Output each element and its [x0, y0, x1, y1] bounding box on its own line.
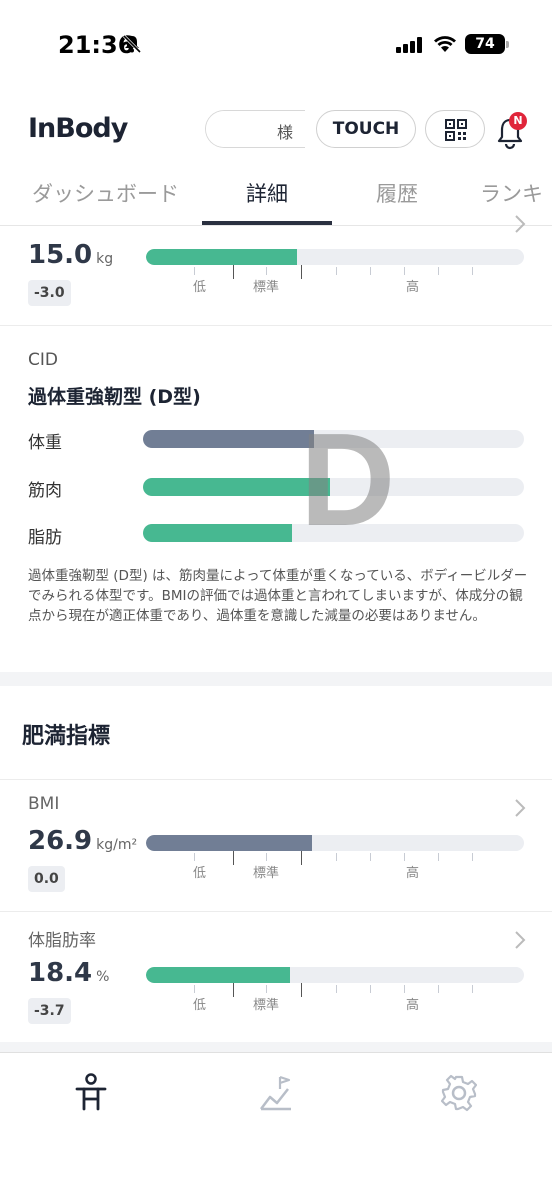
cellular-signal-icon [396, 37, 424, 57]
obesity-heading: 肥満指標 [22, 724, 111, 749]
cid-label-muscle: 筋肉 [28, 481, 62, 501]
scale-standard-label: 標準 [253, 866, 280, 881]
bmi-card[interactable]: BMI 26.9 kg/m² 0.0 低 標準 高 [0, 780, 552, 910]
inbody-logo: InBody [28, 113, 128, 144]
body-fat-label: 体脂肪率 [28, 931, 96, 951]
scale-low-label: 低 [193, 998, 207, 1013]
bmi-bar-fill [146, 835, 313, 851]
chevron-right-icon [514, 798, 526, 822]
tab-bar: ダッシュボード 詳細 履歴 ランキ [0, 168, 552, 226]
cid-label-fat: 脂肪 [28, 528, 62, 548]
cid-type: 過体重強靭型 (D型) [28, 386, 201, 408]
cid-title: CID [28, 350, 58, 370]
user-name-button[interactable]: 様 [205, 110, 305, 148]
cid-label-weight: 体重 [28, 433, 62, 453]
bell-muted-icon [122, 34, 142, 58]
scale-low-label: 低 [193, 866, 207, 881]
body-fat-value: 18.4% [28, 958, 110, 988]
active-tab-indicator [202, 221, 332, 225]
notification-button[interactable]: N [495, 112, 531, 150]
tab-ranking[interactable]: ランキ [480, 178, 543, 208]
section-separator [0, 1042, 552, 1052]
body-fat-bar [146, 967, 524, 983]
divider [0, 325, 552, 326]
top-metric-card[interactable]: 15.0 kg -3.0 低 標準 高 [0, 215, 552, 326]
app-header: InBody 様 TOUCH N [0, 100, 552, 160]
bmi-delta: 0.0 [28, 866, 65, 892]
body-fat-bar-fill [146, 967, 290, 983]
tab-dashboard[interactable]: ダッシュボード [32, 178, 179, 208]
qr-code-button[interactable] [425, 110, 485, 148]
user-suffix: 様 [276, 123, 293, 142]
cid-bar-fat-fill [143, 524, 292, 542]
tab-details[interactable]: 詳細 [246, 178, 288, 208]
status-bar: 21:36 74 [0, 0, 552, 92]
qr-code-icon [445, 119, 467, 141]
top-metric-bar-fill [146, 249, 298, 265]
scale-standard-label: 標準 [253, 998, 280, 1013]
bottom-navigation [0, 1052, 552, 1200]
bmi-label: BMI [28, 794, 60, 814]
bmi-bar [146, 835, 524, 851]
gear-icon[interactable] [440, 1073, 478, 1117]
body-fat-card[interactable]: 体脂肪率 18.4% -3.7 低 標準 高 [0, 912, 552, 1042]
section-separator [0, 672, 552, 686]
scale-high-label: 高 [406, 280, 420, 295]
goal-chart-icon[interactable] [258, 1073, 294, 1117]
cid-description: 過体重強靭型 (D型) は、筋肉量によって体重が重くなっている、ボディービルダー… [28, 568, 528, 624]
scale-standard-label: 標準 [253, 280, 280, 295]
cid-bar-weight-fill [143, 430, 315, 448]
wifi-icon [432, 34, 458, 58]
cid-type-letter: D [300, 406, 396, 553]
chevron-right-icon [514, 930, 526, 954]
body-fat-delta: -3.7 [28, 998, 71, 1024]
scale-high-label: 高 [406, 866, 420, 881]
touch-button[interactable]: TOUCH [316, 110, 416, 148]
body-icon[interactable] [73, 1073, 109, 1117]
bmi-value: 26.9 kg/m² [28, 826, 138, 856]
tab-history[interactable]: 履歴 [376, 178, 418, 208]
top-metric-value: 15.0 kg [28, 240, 114, 270]
scale-high-label: 高 [406, 998, 420, 1013]
top-metric-delta: -3.0 [28, 280, 71, 306]
battery-indicator: 74 [465, 34, 509, 54]
scale-low-label: 低 [193, 280, 207, 295]
notification-badge: N [509, 112, 527, 130]
top-metric-bar [146, 249, 524, 265]
chevron-right-icon [514, 214, 526, 238]
